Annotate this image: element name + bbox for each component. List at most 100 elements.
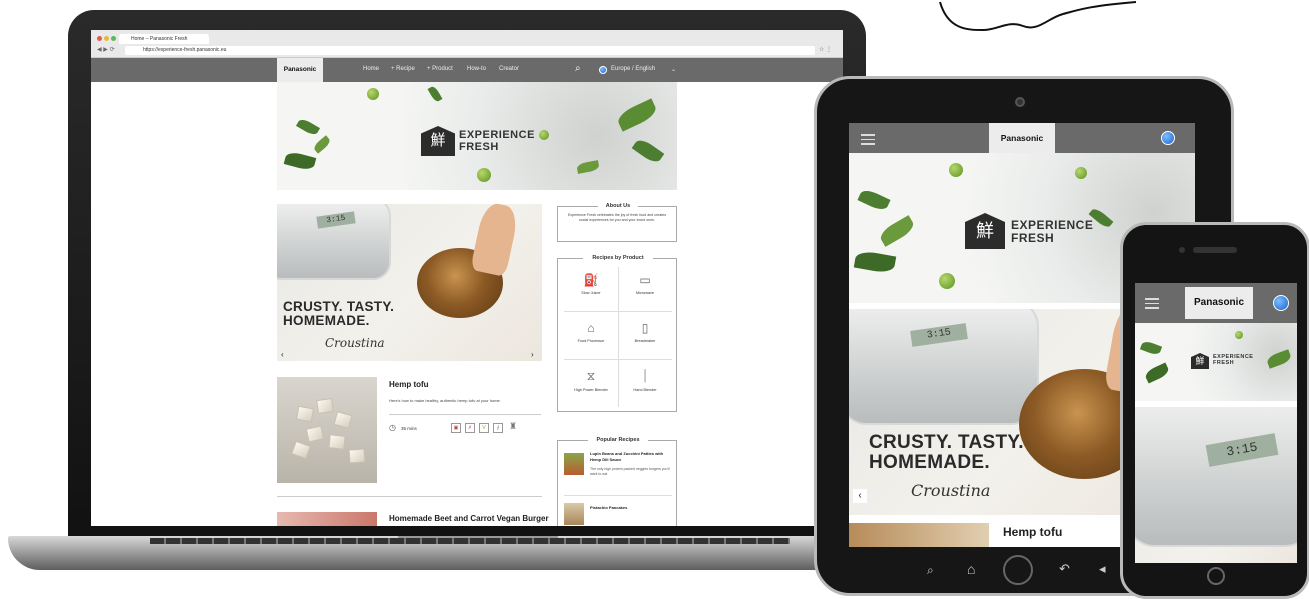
grid-divider	[618, 267, 619, 407]
tofu-cube	[328, 434, 346, 450]
product-breadmaker[interactable]: ▯ Breadmaker	[620, 315, 670, 355]
hero-banner: 鮮 EXPERIENCE FRESH	[277, 82, 677, 190]
leaf-decoration	[1265, 349, 1293, 369]
breadmaker-image: 3:15	[277, 204, 391, 280]
nav-creator[interactable]: Creator	[499, 66, 519, 72]
phone-slider[interactable]: 3:15	[1135, 407, 1297, 563]
nav-howto[interactable]: How-to	[467, 66, 486, 72]
hemp-tofu-image[interactable]	[277, 377, 377, 483]
minimize-dot[interactable]	[104, 36, 109, 41]
tofu-cube	[333, 411, 353, 429]
home-button[interactable]	[1207, 567, 1225, 585]
tofu-thumb[interactable]	[849, 523, 989, 547]
nav-product[interactable]: + Product	[427, 66, 453, 72]
slider-next-icon[interactable]: ›	[531, 350, 534, 359]
search-icon[interactable]: ⌕	[927, 563, 934, 578]
product-hand-blender[interactable]: ⏐ Hand Blender	[620, 363, 670, 403]
nav-arrows-icon[interactable]: ◀ ▶ ⟳	[97, 46, 115, 53]
blender-icon[interactable]: ♜	[509, 421, 517, 432]
browser-chrome: Home – Panasonic Fresh ◀ ▶ ⟳ https://exp…	[91, 30, 843, 58]
lcd-display: 3:15	[1205, 433, 1279, 467]
leaf-decoration	[576, 160, 600, 174]
croustina-script: Croustina	[911, 481, 991, 500]
back-icon[interactable]: ↶	[1059, 561, 1070, 577]
globe-icon[interactable]	[1273, 295, 1289, 311]
lime-decoration	[1235, 331, 1243, 339]
recipe-title[interactable]: Homemade Beet and Carrot Vegan Burger	[389, 514, 549, 523]
slider-headline: CRUSTY. TASTY. HOMEMADE.	[283, 299, 394, 329]
brand-wordmark: EXPERIENCE FRESH	[1011, 219, 1093, 244]
phone-logo[interactable]: Panasonic	[1185, 287, 1253, 319]
chevron-down-icon[interactable]: ⌄	[671, 66, 676, 73]
product-food-processor[interactable]: ⌂ Food Processor	[566, 315, 616, 355]
browser-menu-icon[interactable]: ☆ ⋮	[819, 46, 832, 53]
nav-recipe[interactable]: + Recipe	[391, 66, 415, 72]
search-icon[interactable]: ⌕	[575, 63, 581, 74]
phone-hero: 鮮 EXPERIENCE FRESH	[1135, 323, 1297, 401]
lcd-display: 3:15	[316, 211, 356, 229]
device-mockup-scene: Home – Panasonic Fresh ◀ ▶ ⟳ https://exp…	[0, 0, 1309, 599]
blender-icon: ⧖	[586, 369, 596, 383]
product-slow-juicer[interactable]: ⛽ Slow Juicer	[566, 267, 616, 307]
leaf-decoration	[427, 85, 443, 103]
globe-icon[interactable]	[1161, 131, 1175, 145]
recipe-tag-icon[interactable]: ✗	[465, 423, 475, 433]
slider-prev-icon[interactable]: ‹	[281, 350, 284, 359]
tofu-cube	[305, 425, 325, 443]
slider-prev-icon[interactable]: ‹	[853, 489, 867, 503]
cook-time: 35 mins	[401, 426, 417, 431]
brand-line-2: FRESH	[1011, 230, 1055, 245]
nav-home[interactable]: Home	[363, 66, 379, 72]
hamburger-menu-icon[interactable]	[1145, 295, 1159, 312]
hand-blender-icon: ⏐	[641, 369, 649, 383]
browser-tab[interactable]: Home – Panasonic Fresh	[119, 34, 209, 44]
leaf-decoration	[857, 187, 891, 213]
clock-icon: ◷	[389, 423, 396, 432]
home-button[interactable]	[1003, 555, 1033, 585]
volume-icon[interactable]: ◂	[1099, 561, 1106, 577]
recipe-tag-icon[interactable]: ∮	[493, 423, 503, 433]
vegan-icon[interactable]: V	[479, 423, 489, 433]
home-icon[interactable]: ⌂	[967, 561, 975, 577]
address-bar[interactable]: https://experience-fresh.panasonic.eu	[125, 46, 815, 55]
tablet-logo[interactable]: Panasonic	[989, 123, 1055, 153]
headline-line-2: HOMEMADE.	[869, 451, 990, 473]
maximize-dot[interactable]	[111, 36, 116, 41]
divider	[389, 414, 541, 415]
product-high-power-blender[interactable]: ⧖ High Power Blender	[566, 363, 616, 403]
lime-decoration	[477, 168, 491, 182]
recipe-title[interactable]: Hemp tofu	[389, 380, 429, 389]
product-microwave[interactable]: ▭ Microwave	[620, 267, 670, 307]
camera-icon	[1179, 247, 1185, 253]
phone-screen: Panasonic 鮮 EXPERIENCE FRESH 3:15	[1135, 283, 1297, 563]
divider	[564, 495, 672, 496]
burger-image[interactable]	[277, 512, 377, 526]
recipe-tag-icon[interactable]: ▣	[451, 423, 461, 433]
hero-slider[interactable]: 3:15 CRUSTY. TASTY. HOMEMADE. Croustina …	[277, 204, 542, 361]
food-processor-icon: ⌂	[587, 321, 595, 335]
juicer-icon: ⛽	[583, 273, 599, 287]
panasonic-logo[interactable]: Panasonic	[277, 58, 323, 82]
grid-divider	[564, 359, 672, 360]
brand-wordmark: EXPERIENCE FRESH	[459, 129, 535, 153]
close-dot[interactable]	[97, 36, 102, 41]
about-us-text: Experience Fresh celebrates the joy of f…	[567, 213, 667, 223]
laptop-keyboard-edge	[150, 538, 790, 544]
laptop-screen: Home – Panasonic Fresh ◀ ▶ ⟳ https://exp…	[91, 30, 843, 526]
language-selector[interactable]: Europe / English	[611, 66, 655, 72]
popular-recipes-box: Popular Recipes Lupin Beans and Zucchini…	[557, 437, 677, 526]
divider	[277, 496, 542, 497]
popular-thumb[interactable]	[564, 453, 584, 475]
leaf-decoration	[615, 98, 659, 132]
hamburger-menu-icon[interactable]	[861, 131, 875, 148]
popular-thumb[interactable]	[564, 503, 584, 525]
globe-icon[interactable]	[599, 66, 607, 74]
tablet-recipe-title[interactable]: Hemp tofu	[1003, 525, 1062, 539]
popular-recipe-title[interactable]: Pistachio Pancakes	[590, 505, 670, 510]
tab-title: Home – Panasonic Fresh	[131, 36, 188, 42]
lime-decoration	[367, 88, 379, 100]
popular-recipe-title[interactable]: Lupin Beans and Zucchini Patties with He…	[590, 451, 670, 462]
lcd-display: 3:15	[910, 323, 968, 347]
breadmaker-icon: ▯	[641, 321, 649, 335]
headline-line-2: HOMEMADE.	[283, 313, 370, 329]
